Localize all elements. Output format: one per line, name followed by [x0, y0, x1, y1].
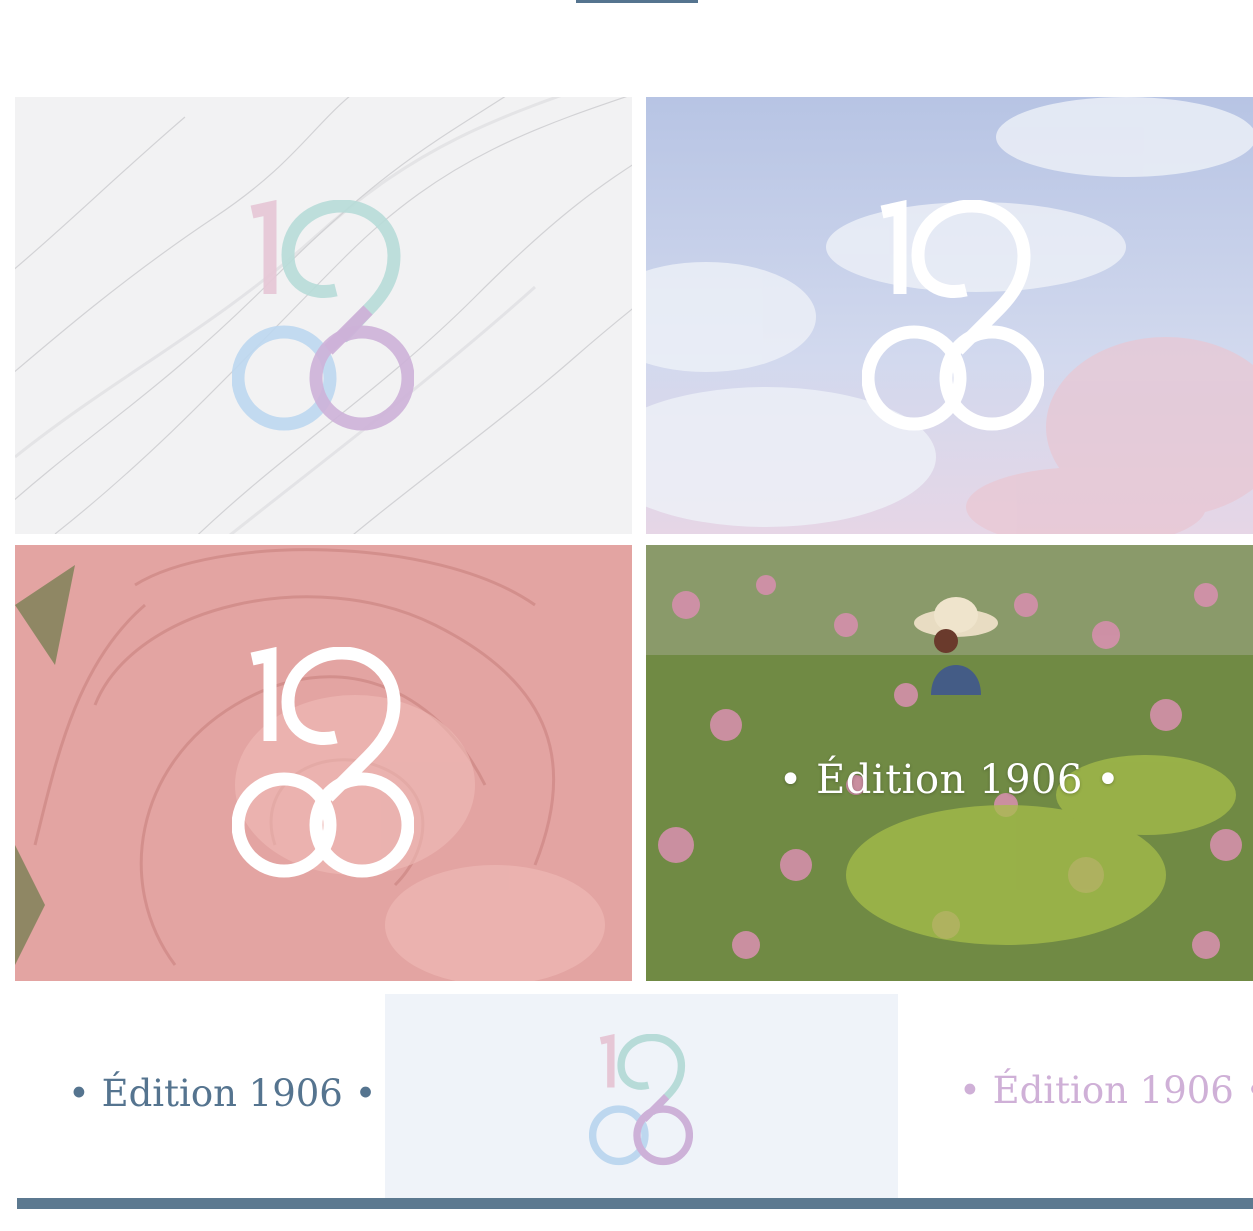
marble-tile	[15, 97, 632, 534]
rose-tile	[15, 545, 632, 981]
logo-1906-pastel-small	[589, 1034, 693, 1166]
sky-tile	[646, 97, 1253, 534]
bottom-color-bar	[17, 1198, 1253, 1209]
edition-label-lilac: • Édition 1906 •	[959, 1069, 1253, 1112]
top-accent-bar	[576, 0, 698, 3]
logo-panel	[385, 994, 898, 1198]
logo-1906-white	[862, 200, 1044, 431]
logo-1906-white-on-rose	[232, 647, 414, 878]
logo-1906-pastel	[232, 200, 414, 431]
rose-field-tile: • Édition 1906 •	[646, 545, 1253, 981]
edition-label-photo: • Édition 1906 •	[778, 757, 1121, 803]
edition-label-navy: • Édition 1906 •	[68, 1072, 377, 1115]
